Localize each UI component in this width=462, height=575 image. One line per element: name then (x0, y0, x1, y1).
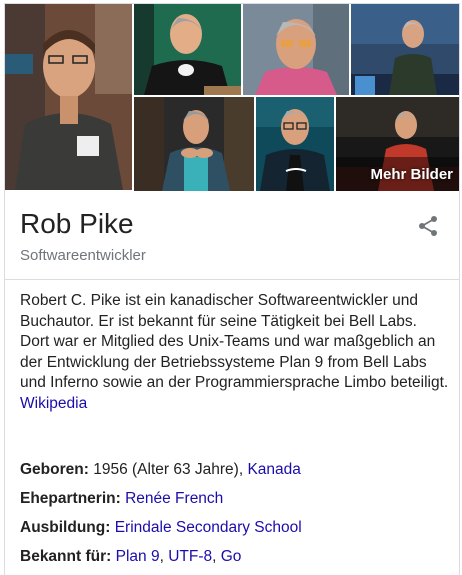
more-images-link[interactable]: Mehr Bilder (370, 166, 453, 183)
fact-known-for: Bekannt für: Plan 9, UTF-8, Go (20, 547, 450, 575)
known-item-utf8[interactable]: UTF-8 (168, 548, 212, 565)
separator: , (212, 548, 217, 565)
share-button[interactable] (417, 215, 439, 237)
photo-3[interactable] (243, 4, 349, 95)
description-text: Robert C. Pike ist ein kanadischer Softw… (20, 292, 449, 391)
photo-2[interactable] (134, 4, 241, 95)
born-place-link[interactable]: Kanada (247, 461, 300, 478)
portrait-image (134, 97, 254, 191)
portrait-image (351, 4, 459, 95)
fact-label: Ausbildung: (20, 519, 111, 536)
photo-6[interactable] (256, 97, 334, 191)
education-link[interactable]: Erindale Secondary School (115, 519, 302, 536)
fact-value: 1956 (Alter 63 Jahre), (93, 461, 244, 478)
photo-5[interactable] (134, 97, 254, 191)
entity-title: Rob Pike (20, 208, 134, 239)
portrait-image (5, 4, 132, 190)
separator: , (159, 548, 164, 565)
fact-born: Geboren: 1956 (Alter 63 Jahre), Kanada (20, 460, 450, 489)
fact-spouse: Ehepartnerin: Renée French (20, 489, 450, 518)
share-icon (419, 216, 437, 236)
known-item-go[interactable]: Go (221, 548, 242, 565)
spouse-link[interactable]: Renée French (125, 490, 223, 507)
entity-header: Rob Pike Softwareentwickler (5, 191, 459, 280)
description: Robert C. Pike ist ein kanadischer Softw… (20, 291, 450, 414)
portrait-image (243, 4, 349, 95)
portrait-image (134, 4, 241, 95)
knowledge-panel: Mehr Bilder Rob Pike Softwareentwickler … (4, 3, 460, 575)
image-gallery: Mehr Bilder (5, 4, 459, 191)
entity-subtitle: Softwareentwickler (20, 247, 146, 264)
wikipedia-link[interactable]: Wikipedia (20, 395, 87, 412)
photo-4[interactable] (351, 4, 459, 95)
fact-label: Bekannt für: (20, 548, 112, 565)
known-item-plan9[interactable]: Plan 9 (116, 548, 160, 565)
fact-label: Ehepartnerin: (20, 490, 121, 507)
facts-list: Geboren: 1956 (Alter 63 Jahre), Kanada E… (20, 460, 450, 575)
fact-education: Ausbildung: Erindale Secondary School (20, 518, 450, 547)
portrait-image (256, 97, 334, 191)
photo-7[interactable]: Mehr Bilder (336, 97, 459, 191)
photo-main[interactable] (5, 4, 132, 190)
fact-label: Geboren: (20, 461, 89, 478)
